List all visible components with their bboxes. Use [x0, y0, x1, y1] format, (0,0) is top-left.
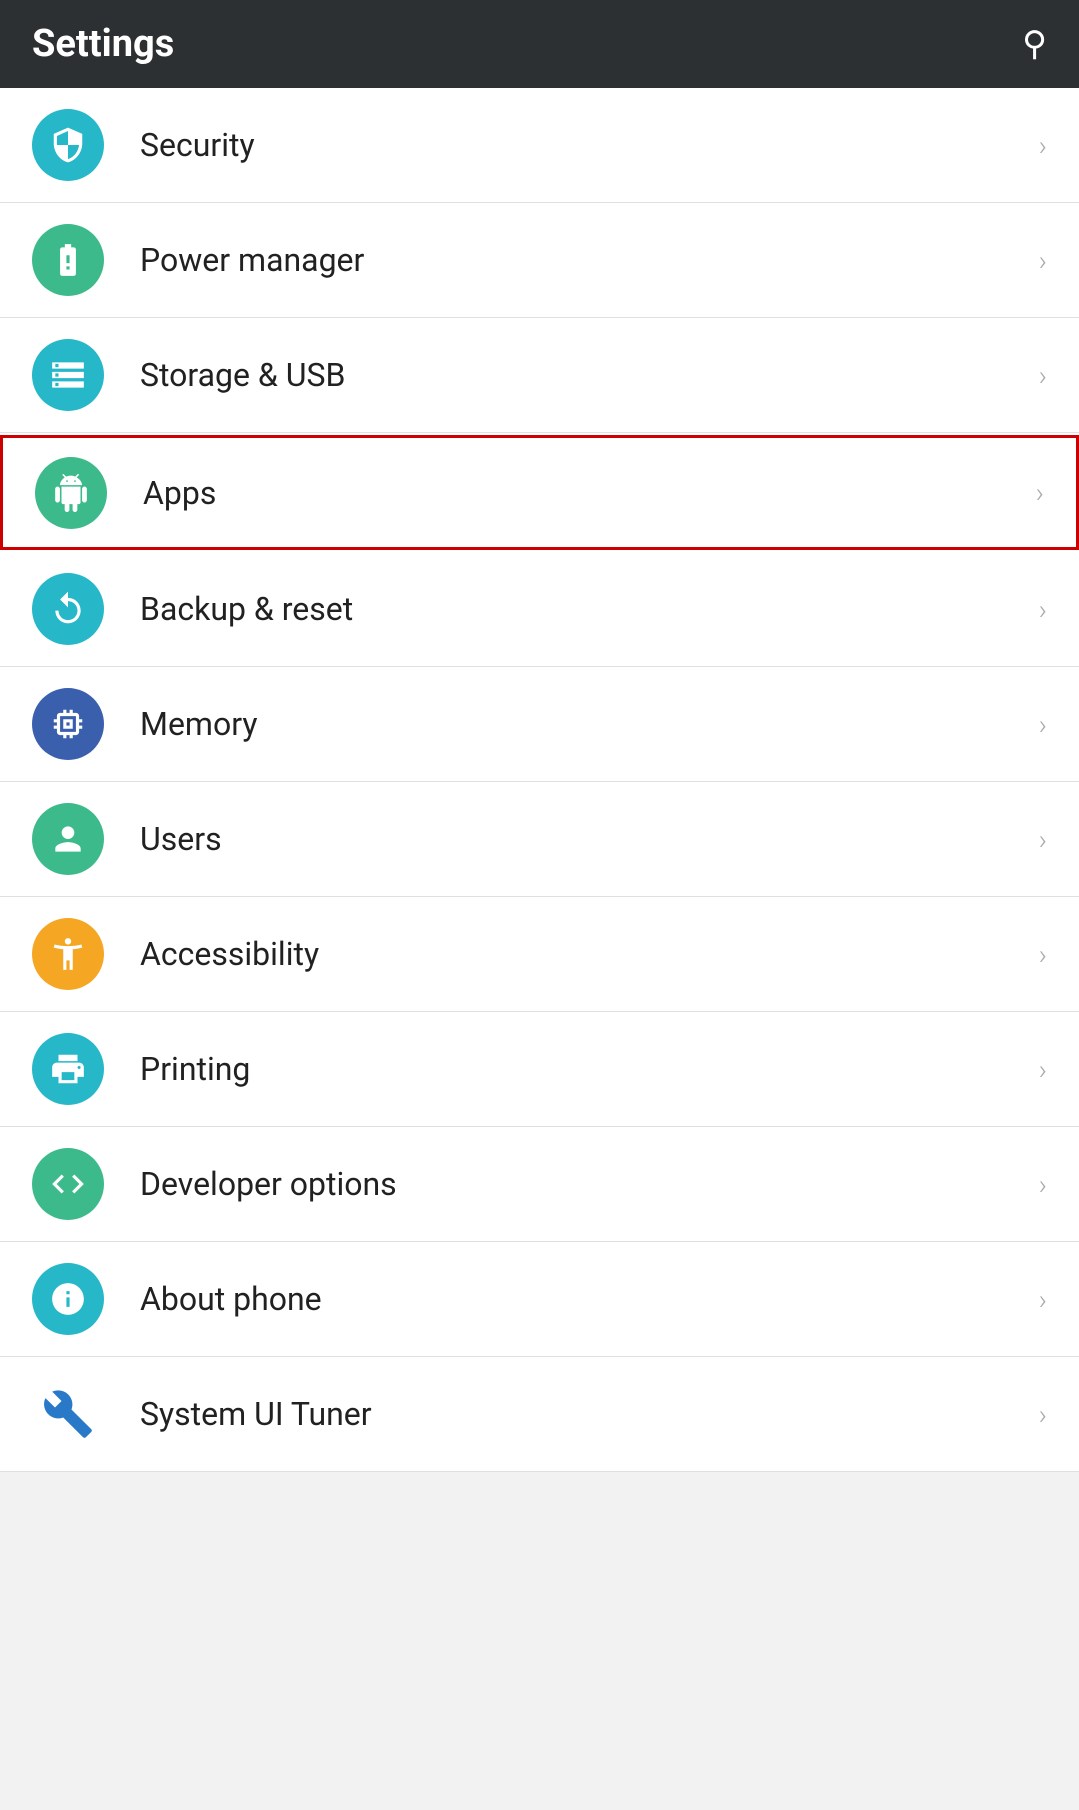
tuner-chevron: ›: [1039, 1398, 1047, 1431]
memory-chevron: ›: [1039, 708, 1047, 741]
users-icon: [49, 820, 87, 858]
users-icon-circle: [32, 803, 104, 875]
memory-icon-circle: [32, 688, 104, 760]
security-icon: [49, 126, 87, 164]
settings-item-backup[interactable]: Backup & reset ›: [0, 552, 1079, 667]
storage-icon: [49, 356, 87, 394]
settings-item-security[interactable]: Security ›: [0, 88, 1079, 203]
developer-chevron: ›: [1039, 1168, 1047, 1201]
settings-item-apps[interactable]: Apps ›: [0, 435, 1079, 550]
about-icon: [49, 1280, 87, 1318]
settings-item-power-manager[interactable]: Power manager ›: [0, 203, 1079, 318]
developer-icon-circle: [32, 1148, 104, 1220]
app-header: Settings ⚲: [0, 0, 1079, 88]
settings-item-storage[interactable]: Storage & USB ›: [0, 318, 1079, 433]
users-label: Users: [140, 820, 1039, 858]
printing-label: Printing: [140, 1050, 1039, 1088]
security-icon-circle: [32, 109, 104, 181]
accessibility-label: Accessibility: [140, 935, 1039, 973]
backup-chevron: ›: [1039, 593, 1047, 626]
developer-icon: [49, 1165, 87, 1203]
settings-item-about[interactable]: About phone ›: [0, 1242, 1079, 1357]
android-icon: [52, 474, 90, 512]
settings-item-tuner[interactable]: System UI Tuner ›: [0, 1357, 1079, 1472]
settings-item-users[interactable]: Users ›: [0, 782, 1079, 897]
tuner-icon-circle: [32, 1378, 104, 1450]
settings-item-accessibility[interactable]: Accessibility ›: [0, 897, 1079, 1012]
backup-icon-circle: [32, 573, 104, 645]
page-title: Settings: [32, 22, 174, 66]
accessibility-chevron: ›: [1039, 938, 1047, 971]
backup-icon: [49, 590, 87, 628]
printing-chevron: ›: [1039, 1053, 1047, 1086]
settings-item-memory[interactable]: Memory ›: [0, 667, 1079, 782]
about-chevron: ›: [1039, 1283, 1047, 1316]
apps-chevron: ›: [1036, 476, 1044, 509]
apps-label: Apps: [143, 474, 1036, 512]
users-chevron: ›: [1039, 823, 1047, 856]
storage-chevron: ›: [1039, 359, 1047, 392]
developer-label: Developer options: [140, 1165, 1039, 1203]
security-chevron: ›: [1039, 129, 1047, 162]
memory-label: Memory: [140, 705, 1039, 743]
storage-icon-circle: [32, 339, 104, 411]
backup-label: Backup & reset: [140, 590, 1039, 628]
printing-icon-circle: [32, 1033, 104, 1105]
power-icon-circle: [32, 224, 104, 296]
settings-list: Security › Power manager › Storage & USB…: [0, 88, 1079, 1472]
about-icon-circle: [32, 1263, 104, 1335]
search-icon[interactable]: ⚲: [1022, 24, 1047, 64]
storage-label: Storage & USB: [140, 356, 1039, 394]
power-manager-label: Power manager: [140, 241, 1039, 279]
accessibility-icon: [49, 935, 87, 973]
tuner-label: System UI Tuner: [140, 1395, 1039, 1433]
power-chevron: ›: [1039, 244, 1047, 277]
tuner-icon: [42, 1388, 94, 1440]
about-label: About phone: [140, 1280, 1039, 1318]
accessibility-icon-circle: [32, 918, 104, 990]
settings-item-printing[interactable]: Printing ›: [0, 1012, 1079, 1127]
memory-icon: [49, 705, 87, 743]
printing-icon: [49, 1050, 87, 1088]
settings-item-developer[interactable]: Developer options ›: [0, 1127, 1079, 1242]
power-icon: [49, 241, 87, 279]
apps-icon-circle: [35, 457, 107, 529]
security-label: Security: [140, 126, 1039, 164]
